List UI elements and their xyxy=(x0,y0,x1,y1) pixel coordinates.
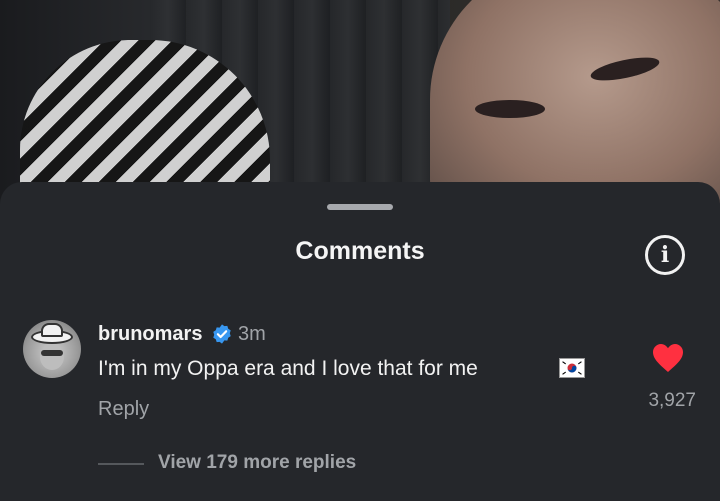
south-korea-flag-icon xyxy=(559,358,585,378)
verified-badge-icon xyxy=(213,324,231,344)
comments-sheet: Comments i brunomars 3m I'm in my Oppa e… xyxy=(0,182,720,501)
like-count: 3,927 xyxy=(648,390,696,411)
comment-text: I'm in my Oppa era and I love that for m… xyxy=(98,357,478,380)
screen: Comments i brunomars 3m I'm in my Oppa e… xyxy=(0,0,720,501)
reply-button[interactable]: Reply xyxy=(98,398,149,421)
replies-divider xyxy=(98,463,144,465)
background-photo xyxy=(0,0,720,210)
comment-username[interactable]: brunomars xyxy=(98,323,202,346)
heart-icon[interactable] xyxy=(652,343,684,373)
eye xyxy=(475,100,545,118)
comment-timestamp: 3m xyxy=(238,323,266,345)
sheet-title: Comments xyxy=(295,237,425,265)
sheet-drag-handle[interactable] xyxy=(327,204,393,210)
avatar[interactable] xyxy=(23,320,81,378)
info-icon[interactable]: i xyxy=(645,235,685,275)
person-face xyxy=(430,0,720,210)
view-replies-button[interactable]: View 179 more replies xyxy=(158,452,356,474)
